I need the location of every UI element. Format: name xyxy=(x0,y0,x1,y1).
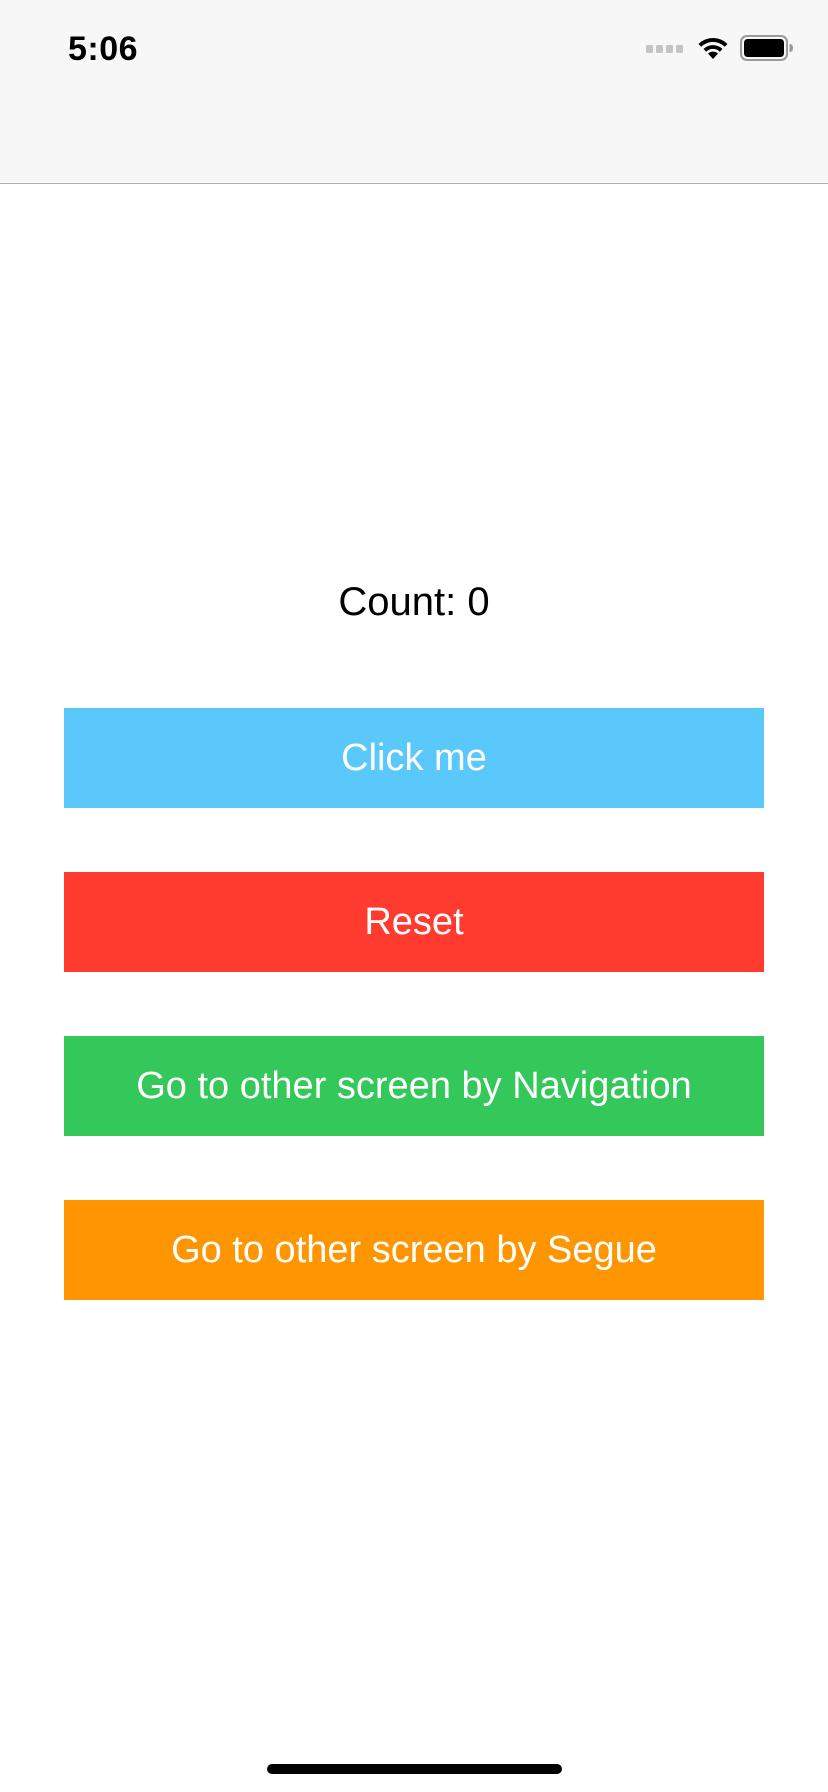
click-me-button[interactable]: Click me xyxy=(64,708,764,808)
segue-button[interactable]: Go to other screen by Segue xyxy=(64,1200,764,1300)
battery-icon xyxy=(740,34,794,66)
cellular-signal-icon xyxy=(646,41,686,59)
navigation-bar: 5:06 xyxy=(0,0,828,184)
home-indicator[interactable] xyxy=(267,1764,562,1774)
status-icons xyxy=(646,34,794,66)
status-time: 5:06 xyxy=(68,30,139,68)
count-label: Count: 0 xyxy=(338,580,490,624)
reset-button[interactable]: Reset xyxy=(64,872,764,972)
wifi-icon xyxy=(696,35,730,66)
navigation-button[interactable]: Go to other screen by Navigation xyxy=(64,1036,764,1136)
